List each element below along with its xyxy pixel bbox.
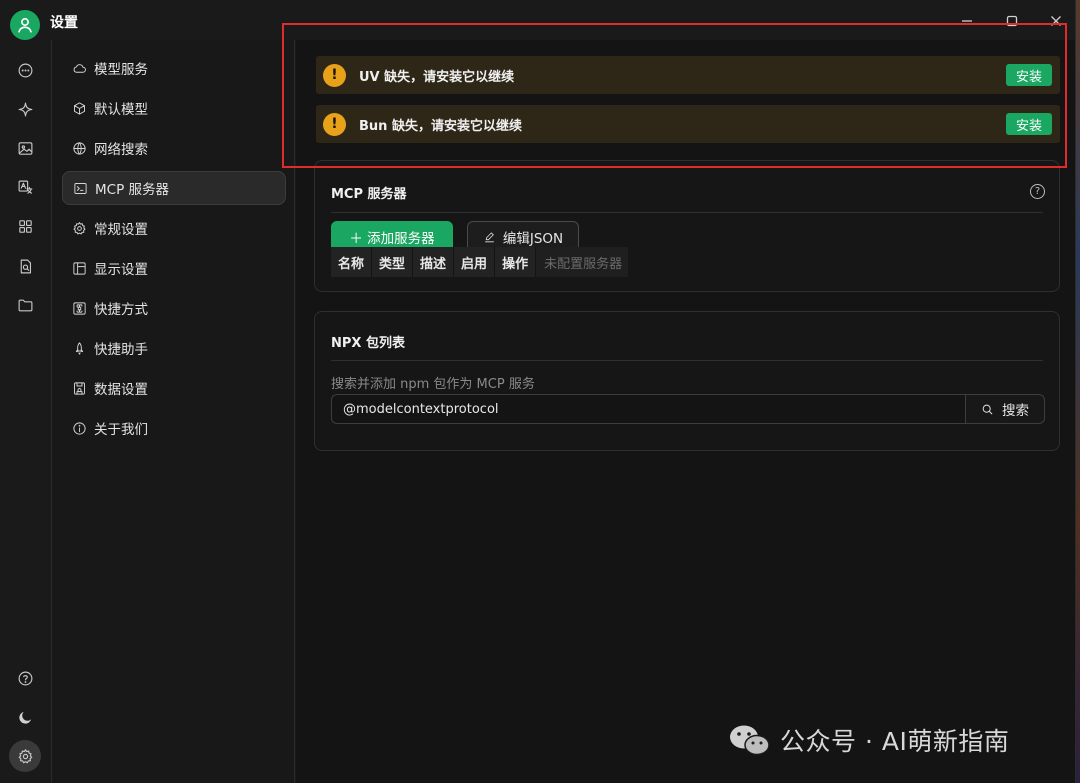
help-icon[interactable]: ? [1030, 184, 1045, 199]
command-icon [73, 301, 86, 315]
layout-icon [73, 261, 86, 275]
nav-label: MCP 服务器 [95, 182, 170, 198]
column-enabled: 启用 [454, 247, 496, 277]
divider [331, 212, 1043, 213]
nav-item-general-settings[interactable]: 常规设置 [62, 211, 286, 245]
icon-rail [0, 40, 50, 783]
pencil-icon [485, 231, 494, 242]
database-icon [74, 381, 85, 395]
nav-item-display-settings[interactable]: 显示设置 [62, 251, 286, 285]
doc-search-icon[interactable] [13, 254, 37, 278]
column-name: 名称 [331, 247, 373, 277]
nav-label: 关于我们 [94, 422, 148, 438]
folder-icon[interactable] [13, 293, 37, 317]
nav-item-model-service[interactable]: 模型服务 [62, 51, 286, 85]
nav-label: 快捷助手 [94, 342, 148, 358]
terminal-icon [74, 182, 87, 194]
watermark-text: 公众号 · AI萌新指南 [780, 727, 1010, 756]
nav-label: 常规设置 [94, 222, 148, 238]
nav-label: 网络搜索 [94, 142, 148, 158]
wechat-icon [730, 725, 770, 756]
cloud-icon [73, 63, 86, 73]
user-avatar[interactable] [10, 10, 40, 40]
nav-item-quick-assistant[interactable]: 快捷助手 [62, 331, 286, 365]
translate-icon[interactable] [13, 175, 37, 199]
search-button-label: 搜索 [1002, 403, 1029, 419]
gear-icon [73, 221, 86, 234]
card-title: MCP 服务器 [331, 187, 407, 202]
nav-item-default-model[interactable]: 默认模型 [62, 91, 286, 125]
sparkle-icon[interactable] [13, 97, 37, 121]
npm-search-input[interactable]: @modelcontextprotocol [331, 394, 965, 424]
npx-packages-card: NPX 包列表 搜索并添加 npm 包作为 MCP 服务 @modelconte… [314, 311, 1060, 451]
search-icon [982, 404, 993, 414]
edit-json-label: 编辑JSON [502, 231, 564, 247]
chat-icon[interactable] [13, 58, 37, 82]
search-button[interactable]: 搜索 [965, 394, 1045, 424]
nav-item-web-search[interactable]: 网络搜索 [62, 131, 286, 165]
divider [331, 360, 1043, 361]
search-field-label: 搜索并添加 npm 包作为 MCP 服务 [331, 377, 535, 392]
image-icon[interactable] [13, 136, 37, 160]
nav-item-shortcuts[interactable]: 快捷方式 [62, 291, 286, 325]
apps-icon[interactable] [13, 214, 37, 238]
help-icon[interactable] [13, 666, 37, 690]
cube-icon [74, 101, 85, 115]
user-icon [18, 18, 32, 33]
card-title: NPX 包列表 [331, 336, 405, 351]
nav-item-mcp-server[interactable]: MCP 服务器 [62, 171, 286, 205]
nav-item-about[interactable]: 关于我们 [62, 411, 286, 445]
nav-label: 显示设置 [94, 262, 148, 278]
empty-state-text: 未配置服务器 [544, 256, 623, 272]
settings-nav: 模型服务 默认模型 网络搜索 MCP 服务器 常规设置 显示设置 快捷方式 快捷… [51, 40, 295, 783]
mcp-servers-card: MCP 服务器 ? ＋ 添加服务器 编辑JSON 名称 类型 描述 启用 操作 … [314, 160, 1060, 292]
column-description: 描述 [413, 247, 455, 277]
nav-label: 数据设置 [94, 382, 148, 398]
nav-label: 快捷方式 [94, 302, 148, 318]
nav-item-data-settings[interactable]: 数据设置 [62, 371, 286, 405]
annotation-highlight-box [282, 23, 1067, 168]
watermark: 公众号 · AI萌新指南 [728, 722, 1009, 758]
window-title: 设置 [50, 15, 78, 31]
moon-icon[interactable] [13, 705, 37, 729]
globe-icon [73, 141, 86, 155]
column-type: 类型 [372, 247, 414, 277]
settings-icon[interactable] [9, 740, 41, 772]
nav-label: 默认模型 [94, 102, 148, 118]
desktop-edge [1076, 0, 1080, 783]
column-actions: 操作 [495, 247, 537, 277]
info-icon [73, 421, 86, 435]
server-table-header: 名称 类型 描述 启用 操作 未配置服务器 [331, 247, 629, 277]
rocket-icon [75, 341, 84, 355]
nav-label: 模型服务 [94, 62, 148, 78]
